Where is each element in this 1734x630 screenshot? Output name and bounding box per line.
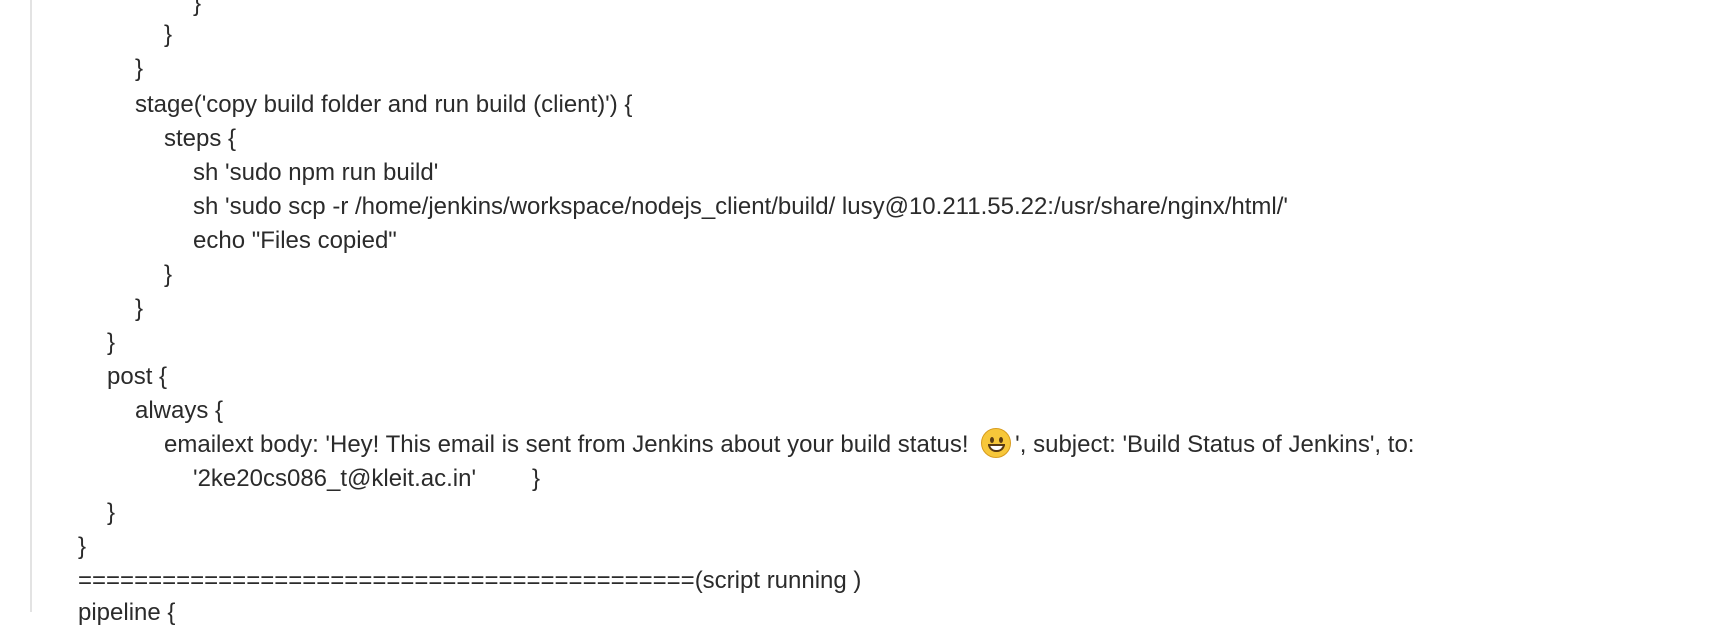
code-line: always { [135,397,224,424]
grinning-face-icon [981,428,1012,458]
code-line: } [107,329,116,356]
code-line: } [193,0,202,17]
code-line: } [107,499,116,526]
emoji-eye [999,437,1004,443]
code-line: '2ke20cs086_t@kleit.ac.in'} [193,462,540,496]
code-line: echo "Files copied" [193,227,397,254]
code-document: } } } stage('copy build folder and run b… [0,0,1734,626]
code-line: stage('copy build folder and run build (… [135,91,633,118]
code-line: ========================================… [78,567,862,594]
code-line: } [164,21,173,48]
code-line-text: emailext body: 'Hey! This email is sent … [164,431,976,458]
emoji-mouth [988,444,1006,452]
code-line: steps { [164,125,237,152]
code-line: sh 'sudo scp -r /home/jenkins/workspace/… [193,193,1288,220]
code-line-text: ', subject: 'Build Status of Jenkins', t… [1015,431,1415,458]
code-line: } [164,261,173,288]
code-line: emailext body: 'Hey! This email is sent … [164,428,1414,462]
code-line: post { [107,363,168,390]
code-line: } [135,295,144,322]
code-line: pipeline { [78,599,176,626]
code-line: } [135,55,144,82]
code-line-text: } [532,465,541,492]
code-line-text: '2ke20cs086_t@kleit.ac.in' [193,465,477,492]
code-line: sh 'sudo npm run build' [193,159,439,186]
emoji-eye [990,437,995,443]
code-line: } [78,533,87,560]
